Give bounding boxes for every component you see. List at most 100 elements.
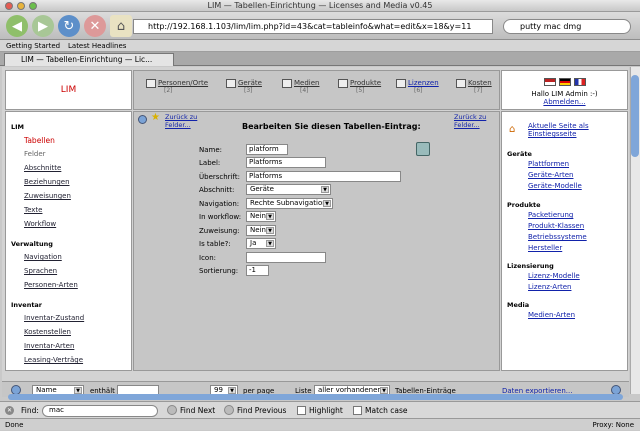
- back-arrow-icon[interactable]: ◀: [6, 15, 28, 37]
- workflow-select[interactable]: Nein ▼: [246, 211, 276, 222]
- chevron-down-icon: ▼: [323, 200, 331, 207]
- sidebar-item-texte[interactable]: Texte: [24, 206, 42, 214]
- per-page-value: 99: [214, 386, 223, 394]
- sidebar-item-tabellen[interactable]: Tabellen: [24, 136, 55, 145]
- horizontal-scrollbar[interactable]: [8, 394, 623, 400]
- home-icon[interactable]: ⌂: [110, 15, 132, 37]
- nav-count: [5]: [356, 87, 365, 94]
- zuweisung-value: Nein: [250, 226, 266, 234]
- sidebar-item-inventar-arten[interactable]: Inventar-Arten: [24, 342, 74, 350]
- license-icon: [396, 79, 406, 88]
- sidebar-item-navigation[interactable]: Navigation: [24, 253, 62, 261]
- back-link-left[interactable]: Zurück zu Felder...: [165, 113, 199, 129]
- section-inventar: Inventar: [11, 301, 43, 309]
- section-media: Media: [507, 301, 530, 309]
- sidebar-item-inventar-zustand[interactable]: Inventar-Zustand: [24, 314, 84, 322]
- label-name: Name:: [199, 146, 223, 154]
- start-page-link[interactable]: Aktuelle Seite als Einstiegsseite: [528, 122, 623, 138]
- sidebar-item-felder[interactable]: Felder: [24, 150, 46, 158]
- browser-toolbar: ◀ ▶ ↻ ✕ ⌂ http://192.168.1.103/lim/lim.p…: [0, 12, 640, 40]
- zuweisung-select[interactable]: Nein ▼: [246, 225, 276, 236]
- help-icon[interactable]: [138, 115, 147, 124]
- star-icon[interactable]: ★: [151, 112, 160, 123]
- back-link-right[interactable]: Zurück zu Felder...: [454, 113, 488, 129]
- forward-arrow-icon[interactable]: ▶: [32, 15, 54, 37]
- sidebar-item-sprachen[interactable]: Sprachen: [24, 267, 57, 275]
- liste-select-value: aller vorhandenen: [318, 386, 382, 394]
- close-window-icon[interactable]: [5, 2, 13, 10]
- nav-kosten[interactable]: Kosten [7]: [456, 79, 492, 94]
- right-item-lizenz-arten[interactable]: Lizenz-Arten: [528, 283, 571, 291]
- status-bar: Done Proxy: None: [0, 418, 640, 430]
- product-icon: [338, 79, 348, 88]
- right-item-medien-arten[interactable]: Medien-Arten: [528, 311, 575, 319]
- sidebar-item-beziehungen[interactable]: Beziehungen: [24, 178, 70, 186]
- is-table-value: Ja: [250, 239, 257, 247]
- sidebar-item-kostenstellen[interactable]: Kostenstellen: [24, 328, 71, 336]
- name-input[interactable]: platform: [246, 144, 288, 155]
- highlight-checkbox[interactable]: [297, 406, 306, 415]
- nav-medien[interactable]: Medien [4]: [282, 79, 319, 94]
- home-page-icon: ⌂: [509, 124, 516, 135]
- flag-fr-icon[interactable]: [573, 78, 586, 86]
- nav-count: [7]: [474, 87, 483, 94]
- right-item-geraete-arten[interactable]: Geräte-Arten: [528, 171, 573, 179]
- right-item-geraete-modelle[interactable]: Geräte-Modelle: [528, 182, 582, 190]
- right-item-packetierung[interactable]: Packetierung: [528, 211, 573, 219]
- sidebar-item-workflow[interactable]: Workflow: [24, 220, 56, 228]
- stop-icon[interactable]: ✕: [84, 15, 106, 37]
- label-navigation: Navigation:: [199, 200, 240, 208]
- find-previous-button[interactable]: Find Previous: [237, 406, 286, 415]
- bookmark-latest-headlines[interactable]: Latest Headlines: [68, 40, 126, 52]
- flag-us-icon[interactable]: [543, 78, 556, 86]
- close-find-icon[interactable]: ✕: [5, 406, 14, 415]
- nav-produkte[interactable]: Produkte [5]: [338, 79, 381, 94]
- sortierung-input[interactable]: -1: [246, 265, 269, 276]
- find-next-arrow-icon: [167, 405, 177, 415]
- flag-de-icon[interactable]: [558, 78, 571, 86]
- find-next-button[interactable]: Find Next: [180, 406, 215, 415]
- right-item-hersteller[interactable]: Hersteller: [528, 244, 562, 252]
- nav-lizenzen[interactable]: Lizenzen [6]: [396, 79, 439, 94]
- find-input[interactable]: mac: [42, 405, 158, 417]
- icon-input[interactable]: [246, 252, 326, 263]
- zoom-window-icon[interactable]: [29, 2, 37, 10]
- vertical-scroll-thumb[interactable]: [631, 75, 639, 157]
- label-input[interactable]: Platforms: [246, 157, 326, 168]
- save-disk-icon[interactable]: [416, 142, 430, 156]
- logout-link[interactable]: Abmelden...: [502, 98, 627, 106]
- nav-personen-orte[interactable]: Personen/Orte [2]: [146, 79, 208, 94]
- minimize-window-icon[interactable]: [17, 2, 25, 10]
- nav-count: [4]: [300, 87, 309, 94]
- cost-icon: [456, 79, 466, 88]
- reload-icon[interactable]: ↻: [58, 15, 80, 37]
- right-item-betriebssysteme[interactable]: Betriebssysteme: [528, 233, 587, 241]
- nav-count: [2]: [164, 87, 173, 94]
- workflow-value: Nein: [250, 212, 266, 220]
- url-input[interactable]: http://192.168.1.103/lim/lim.php?id=43&c…: [133, 19, 493, 34]
- device-icon: [226, 79, 236, 88]
- right-item-lizenz-modelle[interactable]: Lizenz-Modelle: [528, 272, 580, 280]
- field-select-value: Name: [36, 386, 57, 394]
- match-case-checkbox[interactable]: [353, 406, 362, 415]
- nav-geraete[interactable]: Geräte [3]: [226, 79, 262, 94]
- web-search-input[interactable]: putty mac dmg: [503, 19, 631, 34]
- label-icon: Icon:: [199, 254, 216, 262]
- sidebar-item-abschnitte[interactable]: Abschnitte: [24, 164, 61, 172]
- find-bar: ✕ Find: mac Find Next Find Previous High…: [0, 401, 640, 418]
- sidebar-item-zuweisungen[interactable]: Zuweisungen: [24, 192, 71, 200]
- right-item-produkt-klassen[interactable]: Produkt-Klassen: [528, 222, 584, 230]
- abschnitt-select[interactable]: Geräte ▼: [246, 184, 331, 195]
- sidebar-item-leasing[interactable]: Leasing-Verträge: [24, 356, 83, 364]
- ueberschrift-input[interactable]: Platforms: [246, 171, 401, 182]
- navigation-select[interactable]: Rechte Subnavigation ▼: [246, 198, 333, 209]
- is-table-select[interactable]: Ja ▼: [246, 238, 276, 249]
- sidebar-item-personen-arten[interactable]: Personen-Arten: [24, 281, 78, 289]
- right-item-plattformen[interactable]: Plattformen: [528, 160, 569, 168]
- edit-form-panel: ★ Zurück zu Felder... Bearbeiten Sie die…: [133, 111, 500, 371]
- find-label: Find:: [21, 406, 39, 415]
- tab-lim[interactable]: LIM — Tabellen-Einrichtung — Lic...: [4, 53, 174, 66]
- highlight-label: Highlight: [309, 406, 343, 415]
- window-title: LIM — Tabellen-Einrichtung — Licenses an…: [0, 0, 640, 12]
- bookmark-getting-started[interactable]: Getting Started: [6, 40, 60, 52]
